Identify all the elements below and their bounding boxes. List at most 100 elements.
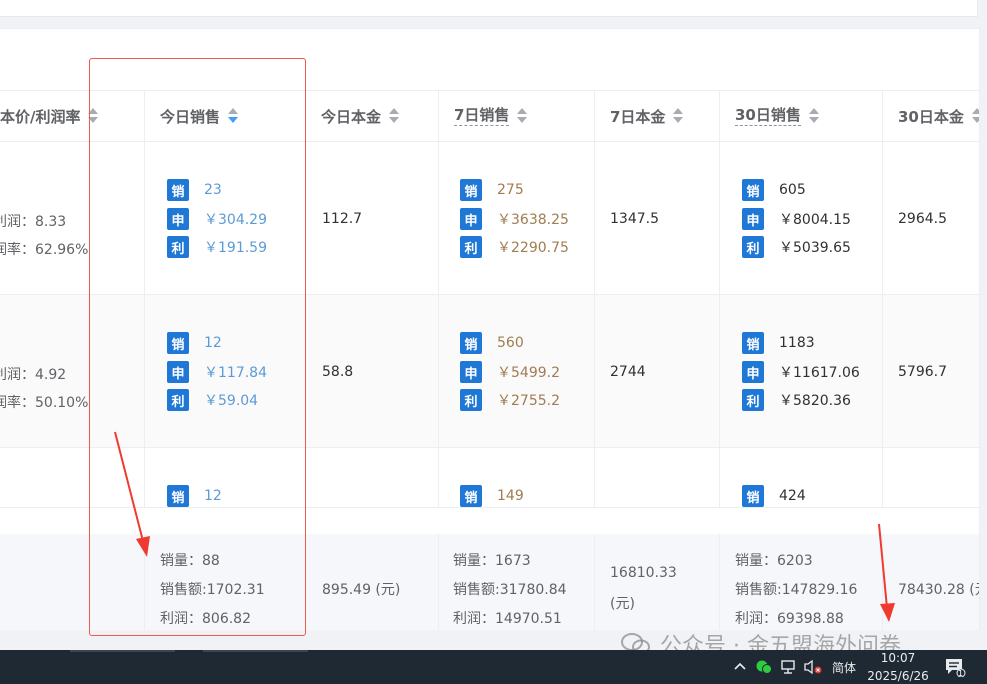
- sales-qty: 605: [779, 182, 806, 198]
- sort-icon[interactable]: [517, 108, 528, 124]
- summary-profit: 利润：14970.51: [453, 611, 562, 627]
- 30day-cost-cell: [883, 448, 979, 508]
- clock-date: 2025/6/26: [867, 669, 929, 683]
- summary-7day-sales: 销量：1673 销售额:31780.84 利润：14970.51: [439, 534, 595, 630]
- summary-qty: 销量：1673: [453, 553, 531, 569]
- summary-today-sales: 销量：88 销售额:1702.31 利润：806.82: [145, 534, 306, 630]
- sales-qty: 12: [204, 488, 222, 504]
- revenue-value: ￥117.84: [204, 365, 267, 381]
- cost-value: 1347.5: [610, 211, 659, 227]
- sales-tag: 销: [167, 485, 189, 507]
- profit-tag: 利: [742, 389, 764, 411]
- sales-qty: 1183: [779, 335, 815, 351]
- 7day-sales-cell: 销 275 申 ￥3638.25 利 ￥2290.75: [439, 142, 595, 295]
- sales-qty: 12: [204, 335, 222, 351]
- revenue-value: ￥3638.25: [497, 212, 569, 228]
- profit-text: 利润：8.33: [0, 214, 67, 230]
- 30day-sales-cell: 销 605 申 ￥8004.15 利 ￥5039.65: [720, 142, 883, 295]
- sort-icon[interactable]: [673, 108, 684, 124]
- column-header-cost-margin[interactable]: 本价/利润率: [0, 90, 145, 142]
- column-header-30day-cost[interactable]: 30日本金: [883, 90, 979, 142]
- profit-tag: 利: [167, 389, 189, 411]
- profit-value: ￥2290.75: [497, 240, 569, 256]
- cost-margin-cell: [0, 448, 145, 508]
- volume-muted-icon[interactable]: [803, 650, 823, 684]
- ime-indicator[interactable]: 简体: [832, 650, 856, 684]
- profit-tag: 利: [167, 236, 189, 258]
- sort-icon[interactable]: [88, 108, 99, 124]
- column-header-today-cost[interactable]: 今日本金: [306, 90, 439, 142]
- sales-tag: 销: [742, 485, 764, 507]
- clock-time: 10:07: [880, 651, 916, 665]
- clock[interactable]: 10:07 2025/6/26: [866, 650, 930, 684]
- today-cost-cell: 58.8: [306, 295, 439, 448]
- sales-table-panel: 本价/利润率 今日销售 今日本金 7日销售 7日本金 30日销售 30日本金 利…: [0, 28, 980, 630]
- column-header-30day-sales[interactable]: 30日销售: [720, 90, 883, 142]
- sales-qty: 275: [497, 182, 524, 198]
- sales-tag: 销: [167, 332, 189, 354]
- profit-value: ￥5039.65: [779, 240, 851, 256]
- profit-tag: 利: [460, 389, 482, 411]
- wechat-tray-icon[interactable]: [755, 650, 773, 684]
- summary-cell: [0, 534, 145, 630]
- cost-margin-cell: 利润：8.33 润率：62.96%: [0, 142, 145, 295]
- 7day-cost-cell: 1347.5: [595, 142, 720, 295]
- 30day-cost-cell: 5796.7: [883, 295, 979, 448]
- notification-icon[interactable]: 1: [944, 650, 966, 684]
- sales-tag: 销: [460, 332, 482, 354]
- column-header-label: 30日本金: [898, 107, 964, 126]
- network-icon[interactable]: [780, 650, 798, 684]
- 7day-cost-cell: [595, 448, 720, 508]
- summary-7day-cost: 16810.33 (元): [595, 534, 720, 630]
- ime-label: 简体: [832, 660, 857, 675]
- revenue-value: ￥5499.2: [497, 365, 560, 381]
- tray-chevron-icon[interactable]: [733, 650, 747, 684]
- profit-tag: 利: [460, 236, 482, 258]
- today-cost-cell: 112.7: [306, 142, 439, 295]
- today-sales-cell: 销 23 申 ￥304.29 利 ￥191.59: [145, 142, 306, 295]
- 7day-sales-cell: 销 149: [439, 448, 595, 508]
- revenue-tag: 申: [742, 361, 764, 383]
- column-header-label: 7日销售: [454, 106, 510, 126]
- revenue-tag: 申: [742, 208, 764, 230]
- column-header-today-sales[interactable]: 今日销售: [145, 90, 306, 142]
- revenue-tag: 申: [460, 361, 482, 383]
- summary-cost: 895.49 (元): [322, 582, 401, 598]
- sales-qty: 23: [204, 182, 222, 198]
- column-header-7day-sales[interactable]: 7日销售: [439, 90, 595, 142]
- 7day-sales-cell: 销 560 申 ￥5499.2 利 ￥2755.2: [439, 295, 595, 448]
- sales-qty: 149: [497, 488, 524, 504]
- sort-icon[interactable]: [971, 108, 979, 124]
- today-sales-cell: 销 12: [145, 448, 306, 508]
- column-header-label: 7日本金: [610, 107, 666, 126]
- sort-icon[interactable]: [389, 108, 400, 124]
- column-header-7day-cost[interactable]: 7日本金: [595, 90, 720, 142]
- cost-margin-cell: 利润：4.92 润率：50.10%: [0, 295, 145, 448]
- column-header-label: 今日本金: [321, 107, 382, 126]
- profit-value: ￥59.04: [204, 393, 259, 409]
- revenue-tag: 申: [460, 208, 482, 230]
- profit-value: ￥5820.36: [779, 393, 851, 409]
- sales-qty: 560: [497, 335, 524, 351]
- 30day-sales-cell: 销 424: [720, 448, 883, 508]
- today-cost-cell: [306, 448, 439, 508]
- sales-tag: 销: [742, 179, 764, 201]
- 7day-cost-cell: 2744: [595, 295, 720, 448]
- summary-amount: 销售额:31780.84: [453, 582, 567, 598]
- cost-value: 2744: [610, 364, 646, 380]
- summary-amount: 销售额:147829.16: [735, 582, 858, 598]
- sales-tag: 销: [460, 179, 482, 201]
- revenue-tag: 申: [167, 361, 189, 383]
- top-panel: [0, 0, 978, 17]
- sort-desc-icon[interactable]: [228, 108, 239, 124]
- sales-tag: 销: [460, 485, 482, 507]
- taskbar: 简体 10:07 2025/6/26 1: [0, 650, 987, 684]
- notification-count: 1: [958, 669, 964, 678]
- margin-text: 润率：62.96%: [0, 242, 89, 258]
- summary-cost: 16810.33: [610, 565, 677, 581]
- profit-text: 利润：4.92: [0, 367, 67, 383]
- sort-icon[interactable]: [808, 108, 819, 124]
- profit-value: ￥2755.2: [497, 393, 560, 409]
- summary-qty: 销量：88: [160, 553, 220, 569]
- revenue-value: ￥8004.15: [779, 212, 851, 228]
